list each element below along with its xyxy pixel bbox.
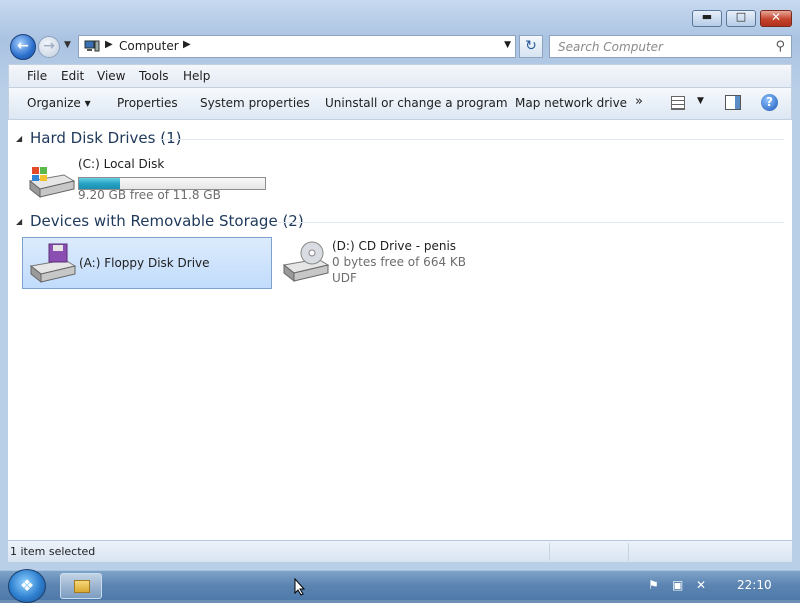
arrow-left-icon: ← — [17, 38, 29, 54]
floppy-drive-icon — [29, 243, 77, 284]
arrow-right-icon: → — [43, 38, 55, 54]
help-icon[interactable]: ? — [761, 94, 778, 111]
change-view-icon[interactable] — [671, 96, 685, 110]
action-center-icon[interactable]: ⚑ — [648, 578, 659, 592]
group-divider — [278, 222, 784, 223]
drive-name: (A:) Floppy Disk Drive — [79, 256, 210, 270]
search-placeholder: Search Computer — [558, 40, 663, 54]
drive-free-space: 9.20 GB free of 11.8 GB — [78, 188, 221, 202]
taskbar: ❖ ⚑ ▣ ✕ 22:10 — [0, 569, 800, 603]
properties-button[interactable]: Properties — [117, 96, 178, 110]
maximize-button[interactable]: □ — [726, 10, 756, 27]
menu-tools[interactable]: Tools — [139, 69, 169, 83]
drive-name: (C:) Local Disk — [78, 157, 165, 171]
collapse-triangle-icon[interactable]: ◢ — [16, 217, 22, 226]
recent-pages-dropdown[interactable]: ▼ — [64, 40, 71, 50]
minimize-button[interactable]: ▬ — [692, 10, 722, 27]
menu-help[interactable]: Help — [183, 69, 210, 83]
title-bar[interactable]: ▬ □ ✕ — [0, 0, 800, 32]
network-icon[interactable]: ▣ — [672, 578, 683, 592]
status-bar: 1 item selected — [8, 540, 792, 562]
drive-filesystem: UDF — [332, 271, 357, 285]
forward-button[interactable]: → — [38, 36, 60, 58]
drive-name: (D:) CD Drive - penis — [332, 239, 457, 253]
organize-button[interactable]: Organize ▾ — [27, 96, 91, 110]
drive-item-c[interactable]: (C:) Local Disk 9.20 GB free of 11.8 GB — [22, 155, 272, 205]
menu-bar: File Edit View Tools Help — [8, 64, 792, 88]
breadcrumb-separator[interactable]: ▶ — [105, 39, 113, 50]
group-divider — [160, 139, 784, 140]
search-input[interactable]: Search Computer ⚲ — [549, 35, 792, 58]
menu-edit[interactable]: Edit — [61, 69, 84, 83]
hard-disk-icon — [28, 167, 76, 199]
group-header-hard-disk-drives[interactable]: ◢ Hard Disk Drives (1) — [10, 129, 784, 149]
navigation-bar: ← → ▼ ▶ Computer ▶ ▼ ↻ Search Computer ⚲ — [0, 32, 800, 62]
breadcrumb-computer[interactable]: Computer — [119, 39, 179, 53]
mouse-cursor-icon — [294, 578, 306, 596]
back-button[interactable]: ← — [10, 34, 36, 60]
address-dropdown-icon[interactable]: ▼ — [504, 40, 511, 50]
uninstall-program-button[interactable]: Uninstall or change a program — [325, 96, 508, 110]
close-button[interactable]: ✕ — [760, 10, 792, 27]
status-text: 1 item selected — [10, 545, 96, 558]
refresh-icon: ↻ — [525, 38, 537, 54]
folder-icon — [74, 580, 90, 593]
command-bar: Organize ▾ Properties System properties … — [8, 88, 792, 120]
collapse-triangle-icon[interactable]: ◢ — [16, 134, 22, 143]
preview-pane-icon[interactable] — [725, 95, 741, 110]
windows-start-icon[interactable]: ❖ — [8, 569, 46, 603]
cd-drive-icon — [282, 241, 330, 283]
volume-muted-icon[interactable]: ✕ — [696, 578, 706, 592]
status-divider — [549, 543, 550, 561]
taskbar-clock[interactable]: 22:10 — [737, 578, 772, 592]
group-header-removable-storage[interactable]: ◢ Devices with Removable Storage (2) — [10, 212, 784, 232]
drive-item-a[interactable]: (A:) Floppy Disk Drive — [22, 237, 272, 289]
drive-item-d[interactable]: (D:) CD Drive - penis 0 bytes free of 66… — [276, 237, 526, 289]
breadcrumb-separator[interactable]: ▶ — [183, 39, 191, 50]
map-network-drive-button[interactable]: Map network drive — [515, 96, 627, 110]
group-title: Hard Disk Drives (1) — [30, 129, 182, 147]
drive-free-space: 0 bytes free of 664 KB — [332, 255, 466, 269]
menu-file[interactable]: File — [27, 69, 47, 83]
content-pane: ◢ Hard Disk Drives (1) (C:) Local Disk 9… — [8, 120, 792, 540]
group-title: Devices with Removable Storage (2) — [30, 212, 304, 230]
explorer-window: ▬ □ ✕ ← → ▼ ▶ Computer ▶ ▼ ↻ Search Comp… — [0, 0, 800, 570]
status-divider — [628, 543, 629, 561]
search-icon[interactable]: ⚲ — [775, 39, 785, 54]
view-options-dropdown[interactable]: ▼ — [697, 96, 704, 106]
system-properties-button[interactable]: System properties — [200, 96, 310, 110]
taskbar-explorer-button[interactable] — [60, 573, 102, 599]
computer-icon — [84, 40, 100, 52]
refresh-button[interactable]: ↻ — [519, 35, 543, 58]
more-commands-button[interactable]: » — [635, 94, 643, 109]
menu-view[interactable]: View — [97, 69, 125, 83]
address-bar[interactable]: ▶ Computer ▶ ▼ — [78, 35, 516, 58]
